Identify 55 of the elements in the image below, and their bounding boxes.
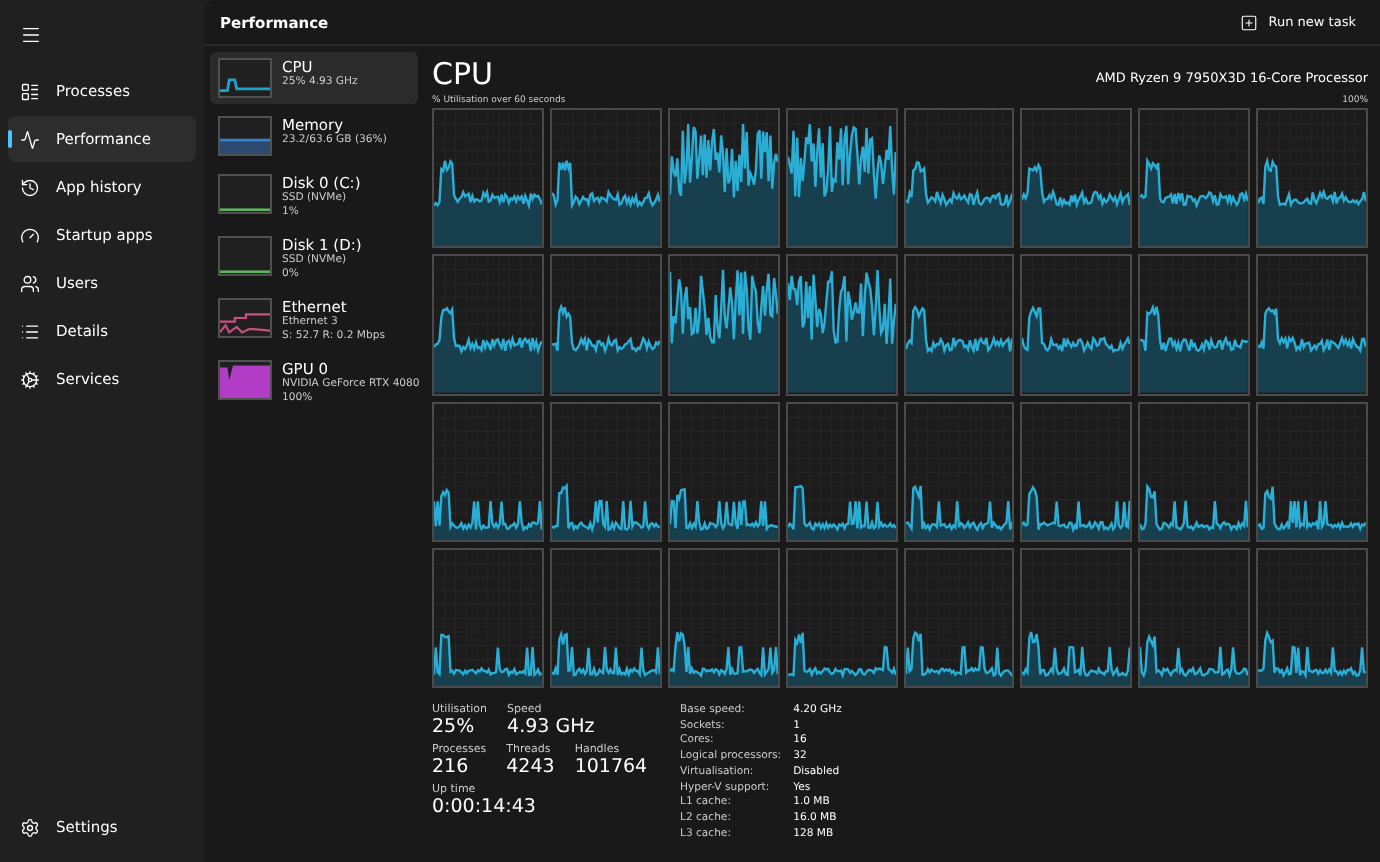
stat-value: 4243 — [506, 756, 555, 778]
cpu-core-graph — [785, 254, 897, 395]
cpu-core-graph — [549, 547, 662, 688]
cpu-core-graph — [903, 108, 1015, 249]
cpu-core-graph — [1138, 547, 1251, 688]
users-icon — [20, 273, 40, 293]
cpu-core-graph — [1020, 401, 1133, 542]
processes-icon — [20, 81, 40, 101]
network-thumbnail-graph — [218, 298, 272, 338]
disk-thumbnail-graph — [218, 236, 272, 276]
stat-value: 25% — [432, 716, 477, 738]
cpu-core-graph — [1138, 108, 1251, 249]
services-icon — [20, 369, 40, 389]
cpu-core-graph — [1256, 547, 1368, 688]
cpu-core-graph — [667, 401, 780, 542]
cpu-core-graph — [785, 401, 897, 542]
section-title: CPU — [432, 56, 493, 92]
cpu-core-graph — [903, 547, 1015, 688]
cpu-core-graph — [667, 254, 780, 395]
cpu-core-graph — [667, 547, 780, 688]
cpu-core-graph — [432, 254, 544, 395]
cpu-core-graph — [903, 254, 1015, 395]
cpu-core-graph — [1138, 401, 1251, 542]
cpu-core-graph — [549, 108, 662, 249]
cpu-core-graph — [785, 547, 897, 688]
cpu-core-graph — [667, 108, 780, 249]
cpu-thumbnail-graph — [218, 58, 272, 98]
menu-icon — [20, 24, 42, 46]
cpu-core-graph — [1020, 108, 1133, 249]
cpu-core-graph — [549, 254, 662, 395]
cpu-core-graph — [432, 547, 544, 688]
cpu-core-graph — [785, 108, 897, 249]
cpu-core-graph — [549, 401, 662, 542]
disk-thumbnail-graph — [218, 174, 272, 214]
settings-icon — [20, 817, 40, 837]
cpu-core-graph — [903, 401, 1015, 542]
cpu-core-graph — [1256, 401, 1368, 542]
details-icon — [20, 321, 40, 341]
stat-value: 0:00:14:43 — [432, 796, 536, 818]
startup-icon — [20, 225, 40, 245]
stat-value: 216 — [432, 756, 471, 778]
cpu-core-graph — [1256, 108, 1368, 249]
gpu-thumbnail-graph — [218, 360, 272, 400]
cpu-core-graph — [1256, 254, 1368, 395]
memory-thumbnail-graph — [218, 116, 272, 156]
cpu-core-graph — [432, 108, 544, 249]
cpu-core-graph — [1138, 254, 1251, 395]
cpu-core-graph — [432, 401, 544, 542]
cpu-core-graph — [1020, 254, 1133, 395]
history-icon — [20, 177, 40, 197]
stat-value: 4.93 GHz — [507, 716, 595, 738]
performance-icon — [20, 129, 40, 149]
cpu-core-graph — [1020, 547, 1133, 688]
add-task-icon — [1240, 13, 1259, 31]
stat-value: 101764 — [574, 756, 648, 778]
